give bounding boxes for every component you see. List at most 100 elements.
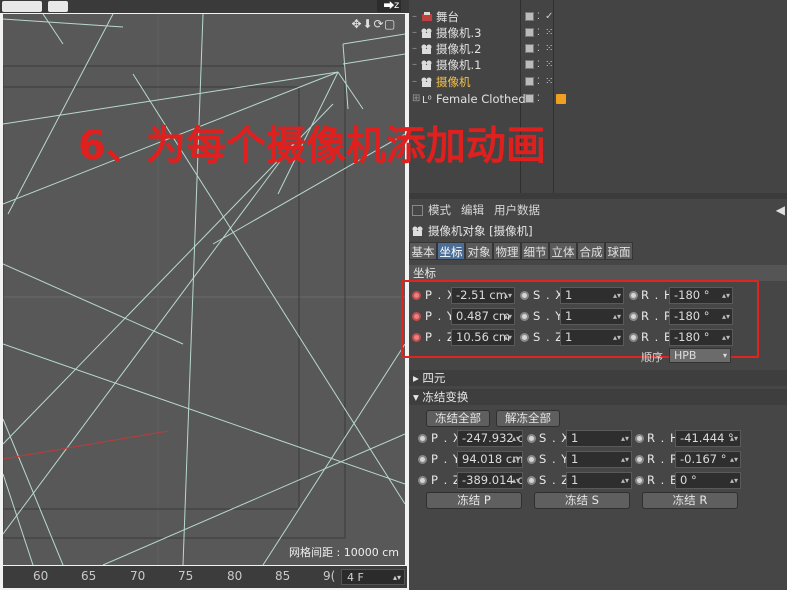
visibility-dots-icon[interactable]: ⁚ [537,57,540,73]
rotate-view-icon[interactable]: ⟳ [373,17,384,31]
keyframe-radio[interactable] [418,476,427,485]
tab-physical[interactable]: 物理 [493,242,521,260]
frozen-p-x-field[interactable]: -247.932 c ▴▾ [457,430,523,447]
3d-viewport[interactable]: 网格间距 : 10000 cm [3,14,405,565]
keyframe-radio[interactable] [527,434,536,443]
visibility-dots-icon[interactable]: ⁚ [537,91,540,107]
menu-mode[interactable]: 模式 [428,200,451,220]
tab-object[interactable]: 对象 [465,242,493,260]
s-label: S . Y [539,452,570,466]
maximize-view-icon[interactable]: ▢ [384,17,395,31]
keyframe-radio[interactable] [635,434,644,443]
object-row-female-clothed[interactable]: ⊞ L⁰ Female Clothed ⁚ [409,91,787,107]
menu-user-data[interactable]: 用户数据 [494,200,540,220]
timeline[interactable]: 60 65 70 75 80 85 9( 4 F ▴▾ [3,566,407,588]
back-arrow-icon[interactable]: ◀ [776,200,785,220]
dolly-view-icon[interactable]: ⬇ [362,17,373,31]
timeline-tick: 70 [130,569,146,583]
camera-tag-icon[interactable]: ⁙ [545,41,553,57]
material-tag-icon[interactable] [556,94,566,104]
tab-spherical[interactable]: 球面 [605,242,633,260]
camera-tag-icon[interactable]: ⁙ [545,25,553,41]
current-frame-field[interactable]: 4 F ▴▾ [341,569,405,585]
check-tag[interactable]: ✓ [545,9,553,25]
frozen-s-z-field[interactable]: 1 ▴▾ [566,472,632,489]
keyframe-radio[interactable] [418,455,427,464]
camera-tag-icon[interactable]: ⁙ [545,57,553,73]
expand-icon[interactable]: ⊞ [412,91,420,107]
toolbar-chip[interactable] [48,1,68,12]
grid-distance-label: 网格间距 : 10000 cm [289,546,399,559]
object-row-camera[interactable]: – 摄像机 ⁚ ⁙ [409,74,787,90]
layer-toggle[interactable] [525,12,534,21]
stepper-icon[interactable]: ▴▾ [730,431,738,446]
grip-icon[interactable] [412,205,423,216]
chevron-down-icon: ▾ [722,351,727,360]
visibility-dots-icon[interactable]: ⁚ [537,25,540,41]
stepper-icon[interactable]: ▴▾ [621,431,629,446]
stepper-icon[interactable]: ▴▾ [621,452,629,467]
frozen-s-z-value: 1 [571,473,579,487]
rotation-order-value: HPB [674,349,697,362]
object-row-camera-1[interactable]: – 摄像机.1 ⁚ ⁙ [409,57,787,73]
frozen-s-x-field[interactable]: 1 ▴▾ [566,430,632,447]
frozen-r-h-value: -41.444 ° [680,431,734,445]
keyframe-radio[interactable] [527,455,536,464]
layer-toggle[interactable] [525,28,534,37]
move-view-icon[interactable]: ✥ [351,17,362,31]
tree-line: – [412,59,417,70]
frozen-p-z-field[interactable]: -389.014 c ▴▾ [457,472,523,489]
freeze-p-button[interactable]: 冻结 P [426,492,522,509]
frozen-p-y-field[interactable]: 94.018 cm ▴▾ [457,451,523,468]
camera-tag-icon[interactable]: ⁙ [545,74,553,90]
frozen-r-p-value: -0.167 ° [680,452,727,466]
object-name: 摄像机.2 [436,42,482,56]
camera-icon [421,77,432,87]
stepper-icon[interactable]: ▴▾ [730,473,738,488]
freeze-all-button[interactable]: 冻结全部 [426,410,490,427]
object-row-camera-2[interactable]: – 摄像机.2 ⁚ ⁙ [409,41,787,57]
tab-details[interactable]: 细节 [521,242,549,260]
frozen-row-y: P . Y 94.018 cm ▴▾ S . Y 1 ▴▾ R . P -0.167… [415,450,787,469]
keyframe-radio[interactable] [635,476,644,485]
visibility-dots-icon[interactable]: ⁚ [537,41,540,57]
frozen-r-h-field[interactable]: -41.444 ° ▴▾ [675,430,741,447]
freeze-s-button[interactable]: 冻结 S [534,492,630,509]
frozen-s-y-value: 1 [571,452,579,466]
visibility-dots-icon[interactable]: ⁚ [537,9,540,25]
layer-toggle[interactable] [525,77,534,86]
camera-icon [421,28,432,38]
object-row-stage[interactable]: – 舞台 ⁚ ✓ [409,9,787,25]
stepper-icon[interactable]: ▴▾ [730,452,738,467]
menu-edit[interactable]: 编辑 [461,200,484,220]
stepper-icon[interactable]: ▴▾ [512,452,520,467]
freeze-section-header[interactable]: ▾ 冻结变换 [409,389,787,405]
tutorial-step-title: 6、为每个摄像机添加动画 [78,123,546,169]
frozen-r-b-field[interactable]: 0 ° ▴▾ [675,472,741,489]
tab-coord[interactable]: 坐标 [437,242,465,260]
quaternion-section-header[interactable]: ▸ 四元 [409,370,787,386]
frozen-r-p-field[interactable]: -0.167 ° ▴▾ [675,451,741,468]
coord-section-header: 坐标 [409,265,787,281]
visibility-dots-icon[interactable]: ⁚ [537,74,540,90]
stepper-icon[interactable]: ▴▾ [512,431,520,446]
stepper-icon[interactable]: ▴▾ [621,473,629,488]
layer-toggle[interactable] [525,60,534,69]
frozen-s-y-field[interactable]: 1 ▴▾ [566,451,632,468]
layer-toggle[interactable] [525,44,534,53]
object-row-camera-3[interactable]: – 摄像机.3 ⁚ ⁙ [409,25,787,41]
stepper-icon[interactable]: ▴▾ [512,473,520,488]
freeze-r-button[interactable]: 冻结 R [642,492,738,509]
unfreeze-all-button[interactable]: 解冻全部 [496,410,560,427]
rotation-order-dropdown[interactable]: HPB ▾ [669,348,731,363]
tab-stereo[interactable]: 立体 [549,242,577,260]
keyframe-radio[interactable] [527,476,536,485]
tab-basic[interactable]: 基本 [409,242,437,260]
stepper-icon[interactable]: ▴▾ [393,570,401,586]
viewport-nav-icons: ✥⬇⟳▢ [351,17,407,31]
keyframe-radio[interactable] [635,455,644,464]
keyframe-radio[interactable] [418,434,427,443]
toolbar-chip[interactable] [2,1,42,12]
tab-composition[interactable]: 合成 [577,242,605,260]
layer-toggle[interactable] [525,94,534,103]
